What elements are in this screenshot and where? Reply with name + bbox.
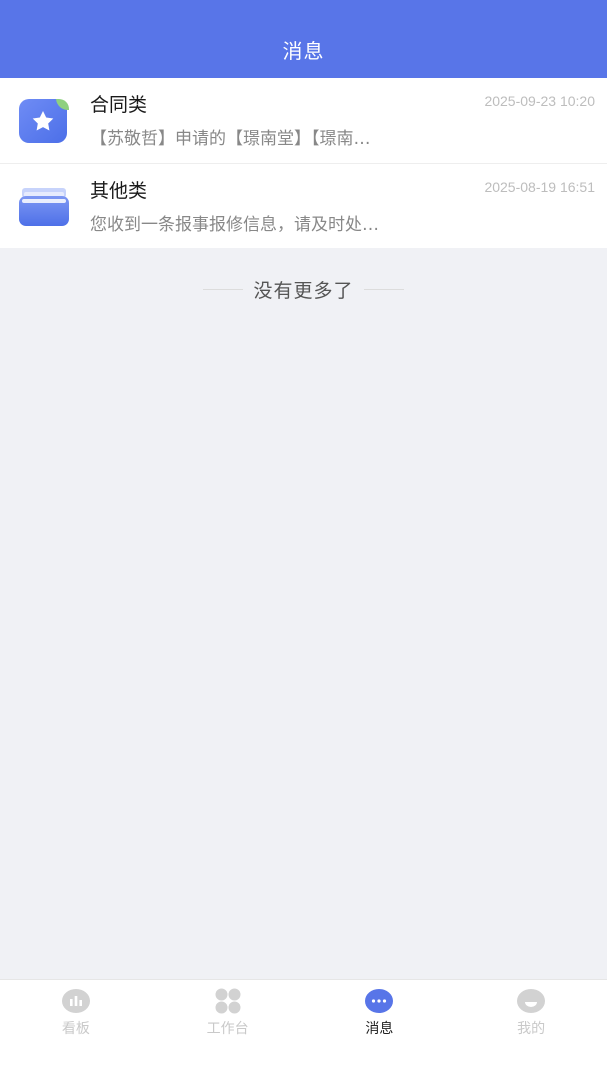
message-item-title: 合同类 [90,94,148,116]
tab-dashboard[interactable]: 看板 [0,980,152,1080]
bottom-tab-bar: 看板 工作台 消息 我的 [0,979,607,1080]
no-more-text: 没有更多了 [253,280,354,302]
drawer-icon [19,188,69,226]
profile-icon [517,989,546,1013]
page-title: 消息 [282,39,325,63]
no-more-indicator: 没有更多了 [0,276,607,303]
divider-right [363,289,404,290]
header-bar: 消息 [0,0,607,78]
message-item-title: 其他类 [90,180,148,202]
message-item-preview: 【苏敬哲】申请的【璟南堂】【璟南… [90,129,371,149]
tab-label: 我的 [517,1021,546,1037]
message-item-time: 2025-09-23 10:20 [484,93,595,109]
tab-profile[interactable]: 我的 [455,980,607,1080]
tab-messages[interactable]: 消息 [304,980,456,1080]
tab-label: 消息 [365,1021,394,1037]
tab-workbench[interactable]: 工作台 [152,980,304,1080]
message-item-preview: 您收到一条报事报修信息，请及时处… [90,215,379,235]
divider-left [203,289,244,290]
message-list: 合同类 2025-09-23 10:20 【苏敬哲】申请的【璟南堂】【璟南… 其… [0,78,607,248]
grid-icon [215,988,241,1014]
tab-label: 看板 [61,1021,90,1037]
message-item-contract[interactable]: 合同类 2025-09-23 10:20 【苏敬哲】申请的【璟南堂】【璟南… [0,78,607,163]
message-item-other[interactable]: 其他类 2025-08-19 16:51 您收到一条报事报修信息，请及时处… [0,163,607,248]
star-folder-icon [19,99,69,143]
message-item-time: 2025-08-19 16:51 [484,179,595,195]
message-icon [365,989,394,1013]
chart-icon [61,989,90,1013]
tab-label: 工作台 [206,1021,249,1037]
